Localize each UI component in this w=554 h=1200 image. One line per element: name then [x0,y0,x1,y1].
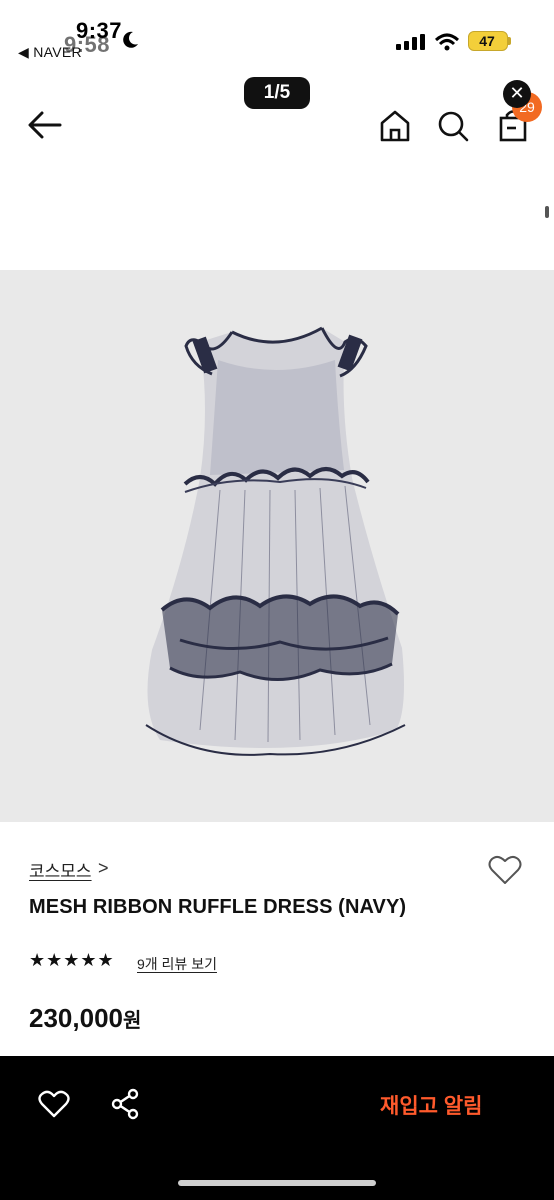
brand-chevron-icon[interactable]: > [98,858,109,879]
share-icon[interactable] [110,1088,140,1120]
back-to-app-link[interactable]: ◀ NAVER [18,44,82,61]
home-indicator[interactable] [178,1180,376,1186]
home-icon[interactable] [378,108,412,144]
brand-link[interactable]: 코스모스 [29,857,92,882]
moon-icon [123,31,138,48]
cellular-signal-icon [396,34,425,50]
status-time: 9:37 [76,18,123,43]
image-pager: 1/5 [244,77,310,109]
battery-indicator: 47 [468,31,508,51]
scrollbar[interactable] [545,206,549,218]
review-link[interactable]: 9개 리뷰 보기 [137,954,217,974]
price-value: 230,000 [29,1003,123,1033]
back-arrow-icon[interactable] [26,108,64,142]
battery-nub [508,37,511,45]
bottom-action-bar [0,1056,554,1200]
product-price: 230,000원 [29,1003,141,1034]
like-heart-icon[interactable] [38,1090,70,1118]
restock-alert-button[interactable]: 재입고 알림 [380,1090,482,1120]
battery-level: 47 [479,33,495,49]
status-bar: 9:58 9:37 ◀ NAVER 47 [0,0,554,72]
search-icon[interactable] [436,108,470,144]
wishlist-heart-icon[interactable] [488,854,522,886]
rating-stars: ★★★★★ [29,950,115,970]
product-title: MESH RIBBON RUFFLE DRESS (NAVY) [29,896,407,918]
close-button[interactable]: ✕ [503,80,531,108]
price-unit: 원 [122,1010,142,1032]
wifi-icon [434,33,460,51]
dress-illustration [145,326,406,756]
product-image[interactable] [0,270,554,822]
